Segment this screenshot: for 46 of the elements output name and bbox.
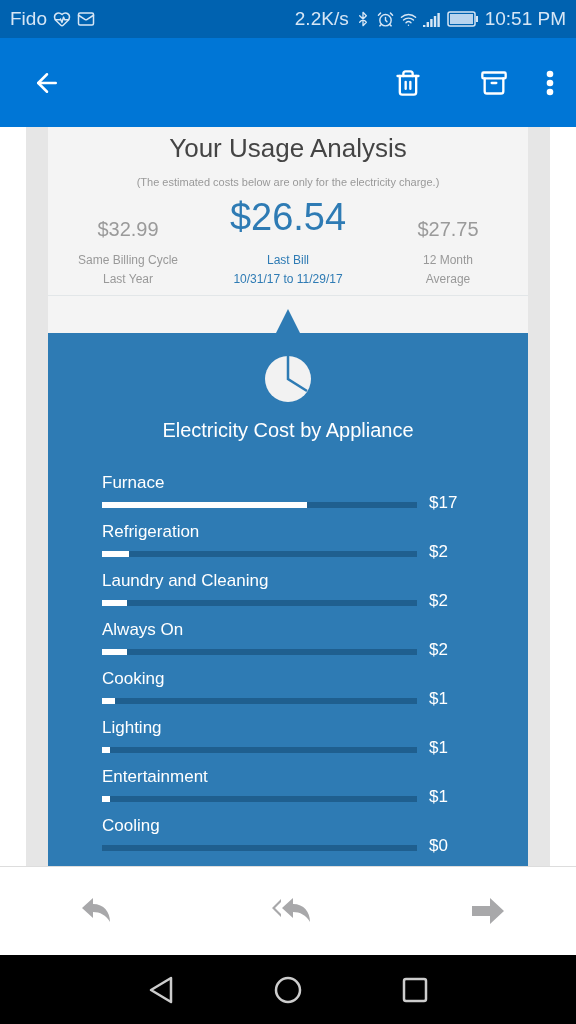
heart-icon <box>52 10 71 28</box>
forward-icon <box>472 898 504 924</box>
amount-sublabel: Average <box>425 271 471 288</box>
usage-title: Your Usage Analysis <box>169 133 407 164</box>
bill-amount: $26.54 <box>229 196 347 239</box>
appliance-name: Refrigeration <box>102 521 201 543</box>
amount-sublabel: 10/31/17 to 11/29/17 <box>233 271 343 288</box>
appliance-cost: $0 <box>429 837 449 855</box>
appliance-name: Entertainment <box>102 766 209 788</box>
pie-chart-icon <box>264 355 312 403</box>
amount-sublabel: Last Year <box>102 271 153 288</box>
bill-amount: $27.75 <box>417 218 479 241</box>
appliance-name: Lighting <box>102 717 163 739</box>
appliance-name: Cooking <box>102 668 166 690</box>
panel-title: Electricity Cost by Appliance <box>162 419 414 442</box>
signal-icon <box>422 11 441 27</box>
amount-label: 12 Month <box>422 252 473 269</box>
mail-icon <box>76 10 95 28</box>
amount-label: Last Bill <box>267 252 309 269</box>
appliance-cost: $2 <box>429 592 449 610</box>
appliance-cost: $2 <box>429 543 449 561</box>
appliance-cost: $2 <box>429 641 449 659</box>
appliance-name: Furnace <box>102 472 166 494</box>
carrier-name: Fido <box>10 8 47 30</box>
battery-icon <box>446 11 479 27</box>
archive-icon <box>480 68 508 97</box>
reply-all-icon <box>272 898 312 924</box>
appliance-name: Cooling <box>102 815 161 837</box>
appliance-cost: $17 <box>429 494 459 512</box>
amount-label: Same Billing Cycle <box>77 252 178 269</box>
bill-amount: $32.99 <box>97 218 159 241</box>
triangle-icon <box>148 975 174 1004</box>
appliance-name: Always On <box>102 619 185 641</box>
appliance-cost: $1 <box>429 788 449 806</box>
cost-note: (The estimated costs below are only for the electricity charge.) <box>136 176 440 188</box>
appliance-name: Laundry and Cleaning <box>102 570 270 592</box>
circle-icon <box>274 975 302 1004</box>
clock: 10:51 PM <box>484 8 566 30</box>
appliance-cost: $1 <box>429 739 449 757</box>
square-icon <box>402 976 428 1003</box>
alarm-icon <box>376 10 394 28</box>
more-icon <box>546 69 554 96</box>
appliance-cost: $1 <box>429 690 449 708</box>
network-speed: 2.2K/s <box>294 8 349 30</box>
reply-icon <box>82 898 112 924</box>
trash-icon <box>394 68 422 97</box>
